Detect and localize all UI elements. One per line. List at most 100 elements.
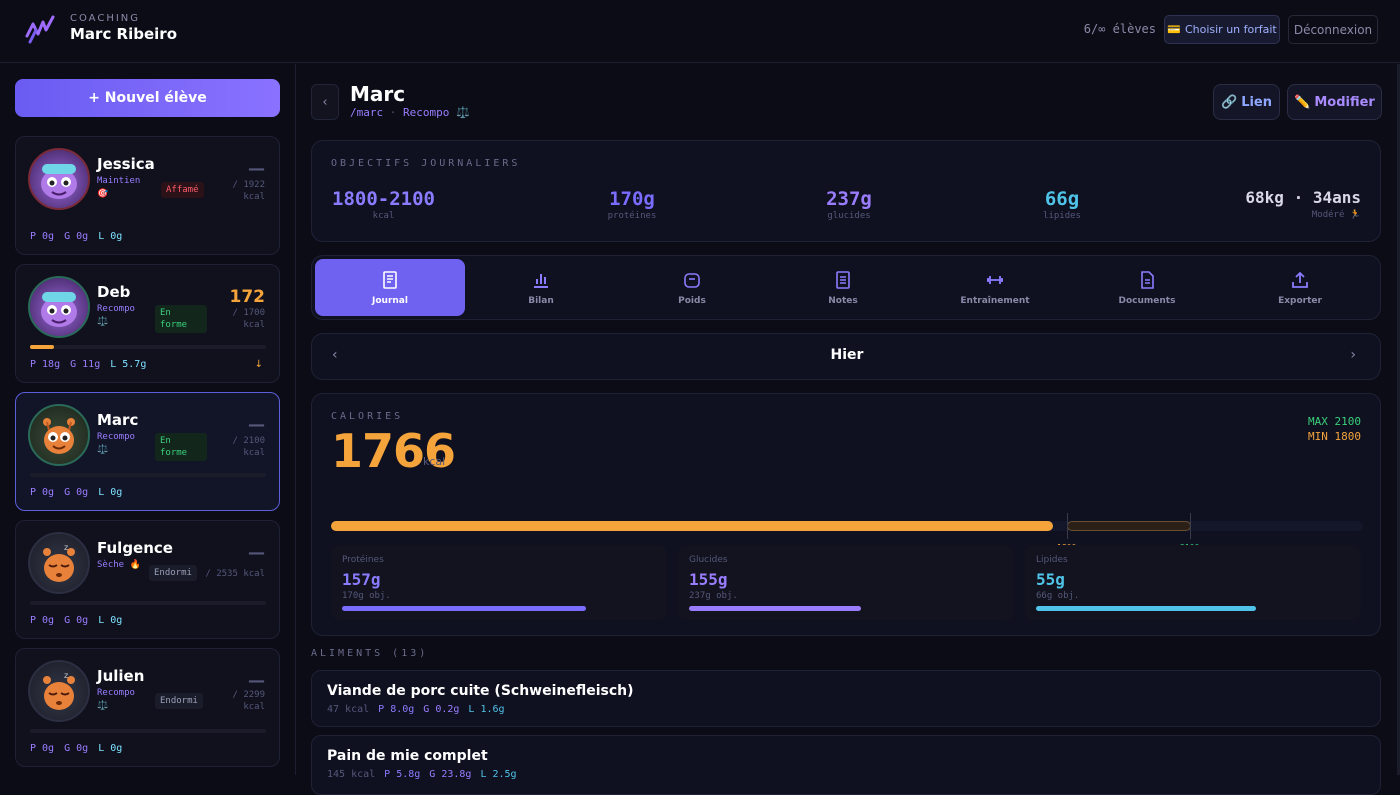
kcal-unit: kcal [243, 702, 265, 712]
new-student-button[interactable]: + Nouvel élève [15, 79, 280, 117]
macro-label: Protéines [342, 555, 384, 565]
target-icon: 🎯 [97, 189, 109, 199]
macro-g: G 0g [64, 487, 89, 498]
scale-icon [684, 272, 700, 288]
goals-title: OBJECTIFS JOURNALIERS [331, 158, 521, 169]
edit-button[interactable]: ✏️ Modifier [1287, 84, 1382, 120]
tab-notes[interactable]: Notes [768, 259, 918, 316]
kcal-target: / 1700 kcal [232, 307, 265, 331]
profile-slug: /marc [350, 106, 384, 119]
status-badge: Endormi [155, 693, 203, 709]
link-button[interactable]: 🔗 Lien [1213, 84, 1280, 120]
min-label: MIN 1800 [1308, 430, 1361, 443]
tab-label: Exporter [1278, 295, 1322, 306]
goal-protein: 170g protéines [587, 188, 677, 221]
kcal-target: / 2100 kcal [232, 435, 265, 459]
students-sidebar: + Nouvel élève Jessica Maintien 🎯 Affamé … [0, 64, 296, 775]
kcal-target: / 1922 kcal [232, 179, 265, 203]
goal-fat: 66g lipides [1017, 188, 1107, 221]
student-card-fulgence[interactable]: z Fulgence Sèche 🔥 Endormi — / 2535 kcal… [15, 520, 280, 639]
macro-bar [342, 606, 586, 611]
tab-bar: Journal Bilan Poids Notes Entraînement D… [311, 255, 1381, 320]
goal-kcal-value: 1800-2100 [332, 188, 435, 210]
avatar [28, 148, 90, 210]
min-tick-line [1067, 513, 1068, 539]
kcal-progress-track [30, 473, 266, 477]
tab-bilan[interactable]: Bilan [466, 259, 616, 316]
kcal-progress-track [30, 729, 266, 733]
kcal-value: 172 [229, 287, 266, 307]
coach-name: Marc Ribeiro [70, 25, 178, 43]
tab-exporter[interactable]: Exporter [1225, 259, 1375, 316]
tab-entrainement[interactable]: Entraînement [920, 259, 1070, 316]
kcal-progress-fill [30, 345, 54, 349]
logout-button[interactable]: Déconnexion [1288, 15, 1378, 44]
tab-journal[interactable]: Journal [315, 259, 465, 316]
food-item[interactable]: Viande de porc cuite (Schweinefleisch) 4… [311, 670, 1381, 727]
macro-p: P 0g [30, 487, 55, 498]
scale-icon: ⚖️ [97, 317, 109, 327]
day-label: Hier [830, 347, 864, 363]
max-tick-line [1190, 513, 1191, 539]
top-bar: COACHING Marc Ribeiro 6/∞ élèves 💳 Chois… [0, 0, 1400, 63]
kcal-unit: kcal [243, 192, 265, 202]
max-label: MAX 2100 [1308, 415, 1361, 428]
macro-l: L 0g [98, 615, 123, 626]
link-label: Lien [1241, 94, 1272, 110]
macro-fat: Lipides 55g 66g obj. [1025, 545, 1361, 620]
macro-objective: 237g obj. [689, 591, 738, 601]
goal-carbs-value: 237g [826, 188, 872, 210]
macro-g: G 11g [70, 359, 101, 370]
logo-icon [25, 15, 55, 44]
tab-poids[interactable]: Poids [617, 259, 767, 316]
export-icon [1292, 271, 1308, 288]
journal-icon [383, 270, 397, 289]
activity-level: Modéré 🏃 [1311, 210, 1361, 220]
kcal-target-value: / 2299 [232, 690, 265, 700]
body-weight-age: 68kg · 34ans [1245, 188, 1361, 207]
daily-goals-panel: OBJECTIFS JOURNALIERS 1800-2100 kcal 170g… [311, 140, 1381, 242]
goal-carbs: 237g glucides [804, 188, 894, 221]
svg-text:z: z [64, 671, 68, 680]
student-name: Julien [97, 667, 145, 685]
fire-icon: 🔥 [129, 560, 141, 570]
student-macros: P 0g G 0g L 0g [30, 743, 122, 754]
tab-label: Journal [372, 295, 408, 306]
mode-label: Recompo [97, 432, 135, 442]
bar-chart-icon [534, 273, 548, 288]
next-day-button[interactable]: › [1350, 347, 1356, 363]
macro-label: Lipides [1036, 555, 1068, 565]
kcal-value: — [248, 415, 265, 435]
macro-p: P 0g [30, 743, 55, 754]
student-card-deb[interactable]: Deb Recompo ⚖️ En forme 172 / 1700 kcal P … [15, 264, 280, 383]
body-stats: 68kg · 34ans Modéré 🏃 [1245, 188, 1361, 220]
student-macros: P 0g G 0g L 0g [30, 231, 122, 242]
student-mode: Sèche 🔥 [97, 559, 157, 572]
student-card-jessica[interactable]: Jessica Maintien 🎯 Affamé — / 1922 kcal P … [15, 136, 280, 255]
avatar: z [28, 660, 90, 722]
macro-value: 155g [689, 570, 728, 589]
food-item[interactable]: Pain de mie complet 145 kcal P 5.8g G 23.8… [311, 735, 1381, 795]
macro-objective: 170g obj. [342, 591, 391, 601]
tab-documents[interactable]: Documents [1072, 259, 1222, 316]
macro-g: G 0g [64, 231, 89, 242]
back-button[interactable]: ‹ [311, 84, 339, 120]
tab-label: Notes [828, 295, 858, 306]
student-card-julien[interactable]: z Julien Recompo ⚖️ Endormi — / 2299 kcal … [15, 648, 280, 767]
pencil-icon: ✏️ [1294, 94, 1311, 110]
student-card-marc[interactable]: Marc Recompo ⚖️ En forme — / 2100 kcal P 0… [15, 392, 280, 511]
choose-plan-label: Choisir un forfait [1184, 23, 1277, 36]
trend-down-icon: ↓ [254, 359, 263, 370]
day-navigator: ‹ Hier › [311, 333, 1381, 380]
goal-protein-label: protéines [607, 211, 657, 221]
mode-label: Maintien [97, 176, 141, 186]
students-count: 6/∞ élèves [1083, 22, 1156, 36]
food-name: Viande de porc cuite (Schweinefleisch) [327, 683, 634, 699]
mode-label: Recompo [97, 688, 135, 698]
goal-kcal-label: kcal [372, 211, 395, 221]
kcal-value: — [248, 543, 265, 563]
avatar: z [28, 532, 90, 594]
choose-plan-button[interactable]: 💳 Choisir un forfait [1164, 15, 1280, 44]
kcal-progress-track [30, 601, 266, 605]
student-macros: P 0g G 0g L 0g [30, 615, 122, 626]
